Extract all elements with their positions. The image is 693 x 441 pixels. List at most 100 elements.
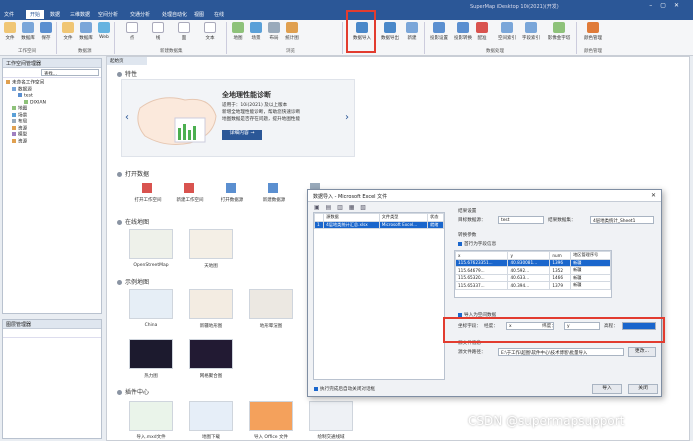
file-icon (62, 22, 74, 33)
tab-automation[interactable]: 处理自动化 (162, 11, 187, 18)
ribbon-button-point[interactable]: 点 (124, 22, 140, 41)
datasource-icon (226, 183, 236, 193)
export-icon (384, 22, 396, 33)
group-label: 新建数据集 (160, 49, 183, 54)
target-datasource-label: 目标数据源： (458, 218, 486, 223)
table-row[interactable]: 115.65320... 40.633... 1466 新疆 (455, 273, 611, 282)
search-input[interactable]: 查找... (41, 69, 99, 76)
chevron-right-icon[interactable]: › (345, 112, 349, 123)
close-button[interactable]: 关闭 (628, 384, 658, 394)
list-toolbar-icons[interactable]: ▣ ▤ ▥ ▦ ▧ (314, 204, 368, 211)
dialog-title: 数据导入 - Microsoft Excel 文件 (308, 190, 661, 202)
tree-item-resources-2[interactable]: 资源 (6, 138, 98, 146)
ribbon-button-new[interactable]: 新建 (404, 22, 420, 41)
source-file-list[interactable]: 源数据 文件类型 状态 1 4层地类统计汇总.xlsx Microsoft Excel.… (313, 212, 445, 380)
list-item[interactable]: 1 4层地类统计汇总.xlsx Microsoft Excel... 就绪 (313, 220, 444, 229)
tab-file[interactable]: 文件 (4, 11, 14, 18)
ribbon-button-color-manage[interactable]: 颜色管理 (582, 22, 604, 41)
table-row[interactable]: 115.64679... 40.592... 1352 新疆 (455, 266, 611, 275)
ribbon-button-line[interactable]: 线 (150, 22, 166, 41)
ribbon-button-map[interactable]: 地图 (230, 22, 246, 41)
app-title: SuperMap iDesktop 10i(2021)(开发) (470, 4, 559, 10)
ribbon-button-text[interactable]: 文本 (202, 22, 218, 41)
section-open-data: 打开数据 (117, 169, 149, 178)
group-label: 数据源 (78, 49, 92, 54)
layer-manager-panel: 图层管理器 (2, 319, 102, 439)
ribbon-button-region[interactable]: 面 (176, 22, 192, 41)
map-thumbnail-icon (249, 289, 293, 319)
scene-icon (250, 22, 262, 33)
tab-start-page[interactable]: 起始页 (107, 57, 147, 65)
color-icon (587, 22, 599, 33)
tab-3d-data[interactable]: 三维数据 (70, 11, 90, 18)
watermark-text: CSDN @supermapsupport (468, 414, 625, 428)
tab-data[interactable]: 数据 (50, 11, 60, 18)
tab-traffic-analysis[interactable]: 交通分析 (130, 11, 150, 18)
database-icon (80, 22, 92, 33)
banner-title: 全地理性能诊断 (222, 91, 271, 99)
chevron-left-icon[interactable]: ‹ (125, 112, 129, 123)
convert-icon (457, 22, 469, 33)
download-icon (189, 401, 233, 431)
chart-icon (286, 22, 298, 33)
table-row[interactable]: 115.67623351... 40.830081... 1396 新疆 (455, 258, 611, 267)
ribbon-button-layout[interactable]: 布局 (266, 22, 282, 41)
result-settings-label: 结果设置 (458, 209, 477, 214)
ribbon-button-database[interactable]: 数据库 (20, 22, 36, 41)
group-label: 颜色管理 (584, 49, 602, 54)
ribbon-button-scene[interactable]: 场景 (248, 22, 264, 41)
table-row[interactable]: 115.65337... 40.394... 1379 新疆 (455, 281, 611, 290)
window-controls[interactable]: –▢✕ (649, 2, 687, 9)
auto-close-checkbox[interactable]: 执行完成后自动关闭对话框 (314, 386, 375, 392)
map-thumbnail-icon (189, 289, 233, 319)
panel-title: 工作空间管理器 (3, 59, 101, 68)
new-icon (406, 22, 418, 33)
first-row-header-checkbox[interactable]: 首行为字段信息 (458, 241, 496, 247)
section-plugin-center: 插件中心 (117, 387, 149, 396)
browse-button[interactable]: 更改... (628, 347, 656, 357)
preview-table[interactable]: x y num 地区管理序号 115.67623351... 40.830081... 1… (454, 250, 612, 298)
target-datasource-select[interactable]: test (498, 216, 544, 224)
datasource-icon (268, 183, 278, 193)
heatmap-thumbnail-icon (129, 339, 173, 369)
ribbon-button-stats[interactable]: 统计图 (284, 22, 300, 41)
map-illustration-icon (137, 97, 217, 145)
data-import-dialog: 数据导入 - Microsoft Excel 文件 ✕ 源数据 文件类型 状态 14… (307, 189, 662, 397)
ribbon-button-projection-convert[interactable]: 投影转换 (452, 22, 474, 41)
pyramid-icon (553, 22, 565, 33)
projection-icon (433, 22, 445, 33)
source-path-input[interactable]: E:\于工作\超图\软件中心\技术博客\批量导入 (498, 348, 624, 356)
ribbon-button-pyramid[interactable]: 影像金字塔 (546, 22, 572, 41)
banner-details-button[interactable]: 详细内容 → (222, 130, 262, 140)
ribbon-button-open-file[interactable]: 文件 (60, 22, 76, 41)
globe-icon (98, 22, 110, 33)
ribbon-button-spatial-index[interactable]: 空间索引 (496, 22, 518, 41)
close-icon[interactable]: ✕ (651, 192, 656, 199)
result-dataset-input[interactable]: 4层地类统计_Sheet1 (590, 216, 654, 224)
traffic-icon (309, 401, 353, 431)
import-button[interactable]: 导入 (592, 384, 622, 394)
map-thumbnail-icon (129, 229, 173, 259)
mxd-icon (129, 401, 173, 431)
table-header-row: x y num 地区管理序号 (455, 251, 611, 260)
ribbon-button-file[interactable]: 文件 (2, 22, 18, 41)
index-icon (501, 22, 513, 33)
ribbon-button-projection-settings[interactable]: 投影设置 (428, 22, 450, 41)
group-label: 浏览 (286, 49, 295, 54)
ribbon-button-data-export[interactable]: 数据导出 (380, 22, 400, 41)
tab-view[interactable]: 视图 (194, 11, 204, 18)
feature-banner[interactable]: 全地理性能诊断 适用于：10i(2021) 及以上版本 新增全地理性能诊断，帮助… (121, 79, 355, 157)
tab-online[interactable]: 在线 (214, 11, 224, 18)
group-label: 工作空间 (18, 49, 36, 54)
tab-home[interactable]: 开始 (26, 10, 45, 19)
index-icon (525, 22, 537, 33)
folder-icon (4, 22, 16, 33)
save-icon (40, 22, 52, 33)
ribbon-button-field-index[interactable]: 字段索引 (520, 22, 542, 41)
tab-spatial-analysis[interactable]: 空间分析 (98, 11, 118, 18)
layout-icon (268, 22, 280, 33)
ribbon-button-register[interactable]: 配准 (474, 22, 490, 41)
ribbon-button-web[interactable]: Web (96, 22, 112, 40)
ribbon-button-open-db[interactable]: 数据库 (78, 22, 94, 41)
ribbon-button-save[interactable]: 保存 (38, 22, 54, 41)
